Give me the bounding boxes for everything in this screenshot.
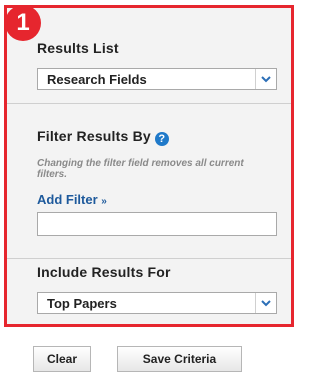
add-filter-link[interactable]: Add Filter » — [37, 192, 107, 207]
results-list-heading: Results List — [37, 40, 119, 56]
clear-button[interactable]: Clear — [33, 346, 91, 372]
add-filter-label: Add Filter — [37, 192, 98, 207]
filter-input[interactable] — [37, 212, 277, 236]
chevron-down-icon[interactable] — [255, 293, 276, 313]
criteria-panel: Results List Research Fields Filter Resu… — [4, 5, 294, 327]
filter-heading: Filter Results By? — [37, 128, 169, 146]
include-results-value: Top Papers — [47, 296, 117, 311]
results-list-select[interactable]: Research Fields — [37, 68, 277, 90]
section-divider — [7, 258, 291, 259]
double-chevron-right-icon: » — [101, 196, 107, 207]
include-results-select[interactable]: Top Papers — [37, 292, 277, 314]
filter-heading-text: Filter Results By — [37, 128, 151, 144]
help-icon[interactable]: ? — [154, 132, 169, 146]
include-heading: Include Results For — [37, 264, 171, 280]
chevron-down-icon[interactable] — [255, 69, 276, 89]
save-criteria-button[interactable]: Save Criteria — [117, 346, 242, 372]
section-divider — [7, 103, 291, 104]
results-list-value: Research Fields — [47, 72, 147, 87]
filter-note: Changing the filter field removes all cu… — [37, 158, 244, 180]
step-badge: 1 — [5, 5, 41, 41]
